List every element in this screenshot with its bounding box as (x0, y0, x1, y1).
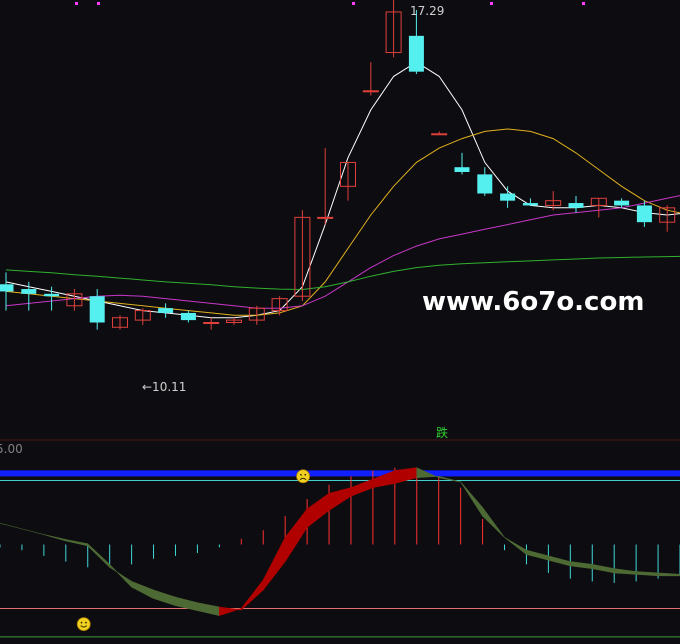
band-segment-6 (131, 581, 154, 600)
band-segment-29 (635, 571, 659, 577)
moving-averages-group (5, 61, 680, 319)
face-happy-icon (76, 617, 91, 631)
candle-body-9 (203, 322, 220, 324)
candle-body-4 (89, 296, 105, 323)
band-segment-30 (657, 572, 680, 577)
band-segment-20 (438, 475, 461, 483)
candle-body-22 (500, 193, 516, 201)
high-price-label: 17.29 (410, 4, 444, 18)
ma-line-0 (5, 61, 680, 319)
face-eye-left (80, 621, 83, 624)
band-segment-1 (21, 528, 44, 535)
top-dots-group (75, 2, 585, 5)
candle-body-18 (408, 35, 424, 72)
band-segment-27 (591, 564, 615, 574)
candle-body-1 (21, 289, 37, 294)
top-dot-4 (582, 2, 585, 5)
band-segment-7 (153, 589, 176, 607)
band-segment-21 (460, 481, 483, 518)
indicator-band-group (0, 467, 680, 616)
band-segment-12 (262, 537, 286, 591)
band-segment-24 (526, 549, 549, 561)
candle-body-19 (431, 133, 448, 136)
face-eye-left (299, 473, 302, 476)
candles-group (0, 0, 676, 330)
band-segment-15 (328, 487, 352, 511)
indicator-tick-label: 5.00 (0, 442, 23, 456)
band-segment-23 (504, 537, 527, 556)
signal-label: 跌 (436, 425, 448, 440)
face-sad-icon (296, 469, 310, 484)
candle-body-27 (614, 200, 630, 206)
stock-chart[interactable]: 17.29 ←10.11 www.6o7o.com 跌 5.00 (0, 0, 680, 644)
candle-body-8 (180, 312, 196, 321)
band-segment-9 (197, 602, 220, 616)
band-segment-28 (613, 568, 637, 575)
low-price-label: ←10.11 (142, 380, 186, 394)
candle-body-21 (477, 174, 493, 194)
band-segment-25 (548, 555, 571, 567)
watermark: www.6o7o.com (422, 287, 644, 317)
top-dot-1 (97, 2, 100, 5)
candle-body-20 (454, 167, 470, 172)
top-dot-3 (490, 2, 493, 5)
band-segment-5 (109, 563, 132, 588)
candle-body-7 (158, 308, 174, 313)
face-eye-right (304, 473, 307, 476)
band-segment-13 (284, 508, 308, 563)
band-segment-26 (570, 561, 593, 570)
band-segment-22 (482, 506, 505, 538)
band-segment-16 (350, 478, 374, 497)
candle-body-28 (636, 205, 652, 223)
band-segment-3 (65, 539, 89, 547)
candle-body-16 (362, 90, 379, 93)
band-segment-2 (43, 534, 67, 542)
face-eye-right (85, 621, 87, 624)
top-dot-0 (75, 2, 78, 5)
candle-body-14 (317, 216, 334, 219)
top-dot-2 (352, 2, 355, 5)
candle-body-2 (44, 293, 60, 297)
candle-body-23 (522, 203, 538, 206)
band-segment-4 (87, 543, 110, 568)
candle-body-25 (568, 203, 584, 208)
band-segment-11 (240, 579, 264, 611)
candle-body-0 (0, 284, 14, 292)
band-segment-14 (306, 492, 330, 529)
band-segment-0 (0, 522, 23, 530)
